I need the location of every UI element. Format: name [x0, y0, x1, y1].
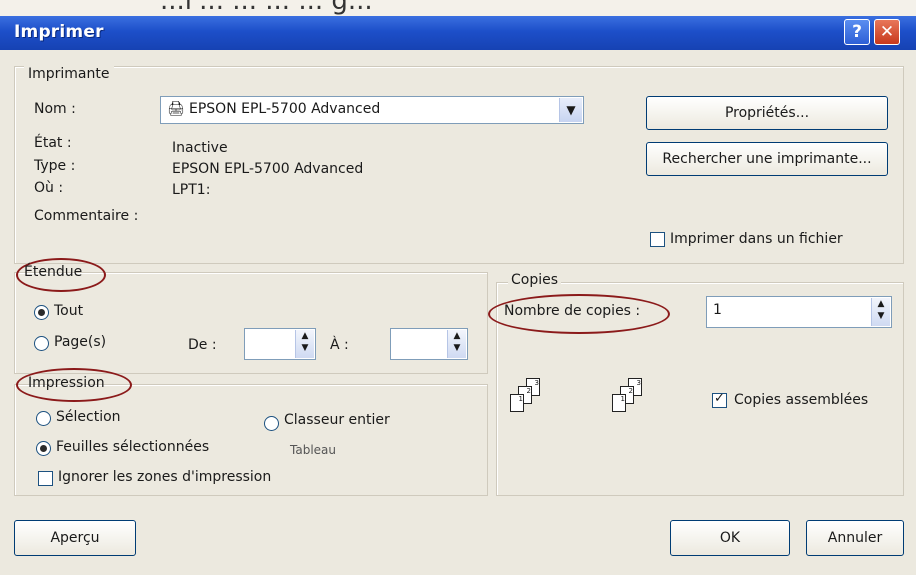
spinner-arrows-icon[interactable]: ▲ ▼ [295, 330, 314, 358]
printer-name-value: EPSON EPL-5700 Advanced [189, 101, 381, 117]
printer-icon: 🖨 [167, 101, 185, 117]
radio-selected-dot [40, 445, 47, 452]
printer-name-label: Nom : [34, 101, 76, 117]
table-label: Tableau [290, 443, 336, 457]
copies-count-value: 1 [713, 302, 722, 318]
title-bar: Imprimer ? ✕ [0, 16, 916, 51]
range-from-spinner[interactable]: ▲ ▼ [244, 328, 316, 360]
help-button[interactable]: ? [844, 19, 870, 45]
close-button[interactable]: ✕ [874, 19, 900, 45]
properties-button[interactable]: Propriétés... [646, 96, 888, 130]
printer-state-label: État : [34, 135, 72, 151]
photo-background-strip: ...l'... ... ... ... g... [0, 0, 916, 16]
print-to-file-label: Imprimer dans un fichier [670, 231, 843, 247]
print-to-file-checkbox[interactable] [650, 232, 665, 247]
printer-comment-label: Commentaire : [34, 208, 139, 224]
print-dialog: Imprimante Nom : 🖨 EPSON EPL-5700 Advanc… [0, 50, 916, 575]
ignore-print-areas-checkbox[interactable] [38, 471, 53, 486]
radio-selected-dot [38, 309, 45, 316]
copies-count-label: Nombre de copies : [504, 303, 641, 319]
cancel-button[interactable]: Annuler [806, 520, 904, 556]
print-what-section-label: Impression [28, 375, 105, 391]
spinner-arrows-icon[interactable]: ▲ ▼ [447, 330, 466, 358]
collate-pages-icon: 3 2 1 [508, 378, 556, 422]
active-sheets-label: Feuilles sélectionnées [56, 439, 210, 455]
ok-button[interactable]: OK [670, 520, 790, 556]
range-from-label: De : [188, 337, 217, 353]
ignore-print-areas-label: Ignorer les zones d'impression [58, 469, 272, 485]
printer-type-value: EPSON EPL-5700 Advanced [172, 161, 364, 177]
selection-label: Sélection [56, 409, 121, 425]
printer-where-value: LPT1: [172, 182, 211, 198]
spinner-arrows-icon[interactable]: ▲ ▼ [871, 298, 890, 326]
printer-state-value: Inactive [172, 140, 228, 156]
active-sheets-radio[interactable] [36, 441, 51, 456]
printer-type-label: Type : [34, 158, 76, 174]
range-all-label: Tout [54, 303, 84, 319]
preview-button[interactable]: Aperçu [14, 520, 136, 556]
collate-pages-icon: 3 2 1 [610, 378, 658, 422]
chevron-down-icon[interactable]: ▼ [559, 98, 582, 122]
window-title: Imprimer [14, 22, 104, 42]
range-to-label: À : [330, 337, 349, 353]
range-all-radio[interactable] [34, 305, 49, 320]
printer-where-label: Où : [34, 180, 64, 196]
range-to-spinner[interactable]: ▲ ▼ [390, 328, 468, 360]
whole-workbook-label: Classeur entier [284, 412, 390, 428]
collate-checkbox[interactable]: ✓ [712, 391, 727, 408]
printer-section-label: Imprimante [24, 66, 114, 82]
check-mark-icon: ✓ [714, 391, 725, 406]
whole-workbook-radio[interactable] [264, 416, 279, 431]
collate-label: Copies assemblées [734, 392, 869, 408]
range-section-label: Étendue [24, 264, 83, 280]
selection-radio[interactable] [36, 411, 51, 426]
background-text: ...l'... ... ... ... g... [160, 0, 373, 16]
copies-section-label: Copies [508, 272, 562, 288]
copies-count-spinner[interactable]: 1 ▲ ▼ [706, 296, 892, 328]
range-pages-radio[interactable] [34, 336, 49, 351]
find-printer-button[interactable]: Rechercher une imprimante... [646, 142, 888, 176]
range-pages-label: Page(s) [54, 334, 107, 350]
printer-name-select[interactable]: 🖨 EPSON EPL-5700 Advanced ▼ [160, 96, 584, 124]
